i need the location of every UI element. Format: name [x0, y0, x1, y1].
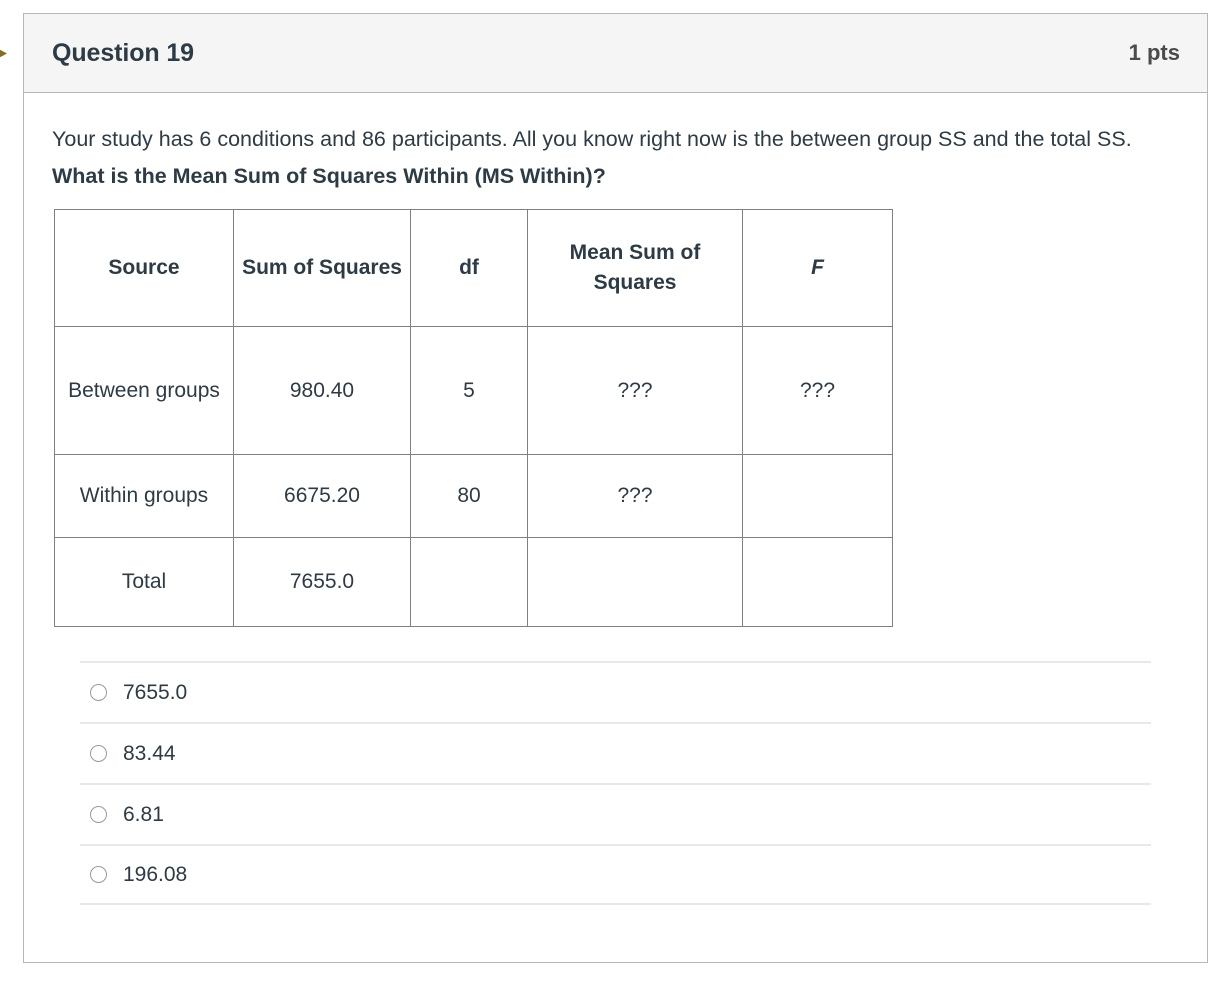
cell-sum-of-squares: 7655.0 — [233, 537, 411, 627]
question-container: Question 19 1 pts Your study has 6 condi… — [23, 13, 1208, 963]
cell-f — [742, 537, 893, 627]
radio-button-icon[interactable] — [90, 684, 107, 701]
question-body: Your study has 6 conditions and 86 parti… — [24, 93, 1207, 905]
column-header-mean-sum-of-squares: Mean Sum of Squares — [527, 209, 743, 327]
radio-button-icon[interactable] — [90, 745, 107, 762]
table-row: Total 7655.0 — [54, 537, 893, 627]
radio-button-icon[interactable] — [90, 866, 107, 883]
answer-option-1[interactable]: 83.44 — [80, 722, 1151, 783]
question-prompt-text: Your study has 6 conditions and 86 parti… — [52, 121, 1142, 195]
answer-option-label: 83.44 — [123, 741, 176, 765]
answer-option-3[interactable]: 196.08 — [80, 844, 1151, 905]
cell-sum-of-squares: 6675.20 — [233, 454, 411, 538]
answer-option-0[interactable]: 7655.0 — [80, 661, 1151, 722]
anova-table: Source Sum of Squares df Mean Sum of Squ… — [54, 209, 893, 627]
anova-table-head: Source Sum of Squares df Mean Sum of Squ… — [54, 209, 893, 327]
question-prompt-emphasis: What is the Mean Sum of Squares Within (… — [52, 164, 606, 188]
table-header-row: Source Sum of Squares df Mean Sum of Squ… — [54, 209, 893, 327]
table-row: Within groups 6675.20 80 ??? — [54, 454, 893, 538]
cell-source: Within groups — [54, 454, 234, 538]
table-row: Between groups 980.40 5 ??? ??? — [54, 326, 893, 455]
cell-f — [742, 454, 893, 538]
answer-options-list: 7655.0 83.44 6.81 196.08 — [52, 661, 1179, 905]
page-title: Question 19 — [52, 38, 194, 67]
answer-option-2[interactable]: 6.81 — [80, 783, 1151, 844]
cell-df — [410, 537, 528, 627]
cell-f: ??? — [742, 326, 893, 455]
column-header-f: F — [742, 209, 893, 327]
question-header: Question 19 1 pts — [24, 14, 1207, 93]
column-header-df: df — [410, 209, 528, 327]
cell-source: Total — [54, 537, 234, 627]
answer-option-label: 196.08 — [123, 862, 188, 886]
cell-mean-sum-of-squares: ??? — [527, 326, 743, 455]
question-points-badge: 1 pts — [1128, 40, 1180, 65]
radio-button-icon[interactable] — [90, 806, 107, 823]
cell-df: 5 — [410, 326, 528, 455]
column-header-sum-of-squares: Sum of Squares — [233, 209, 411, 327]
cell-source: Between groups — [54, 326, 234, 455]
answer-option-label: 7655.0 — [123, 680, 188, 704]
cell-sum-of-squares: 980.40 — [233, 326, 411, 455]
anova-table-body: Between groups 980.40 5 ??? ??? Within g… — [54, 326, 893, 627]
cell-df: 80 — [410, 454, 528, 538]
flagged-question-arrow-icon — [0, 45, 7, 62]
cell-mean-sum-of-squares: ??? — [527, 454, 743, 538]
answer-option-label: 6.81 — [123, 802, 164, 826]
question-prompt-normal: Your study has 6 conditions and 86 parti… — [52, 127, 1132, 151]
column-header-source: Source — [54, 209, 234, 327]
cell-mean-sum-of-squares — [527, 537, 743, 627]
